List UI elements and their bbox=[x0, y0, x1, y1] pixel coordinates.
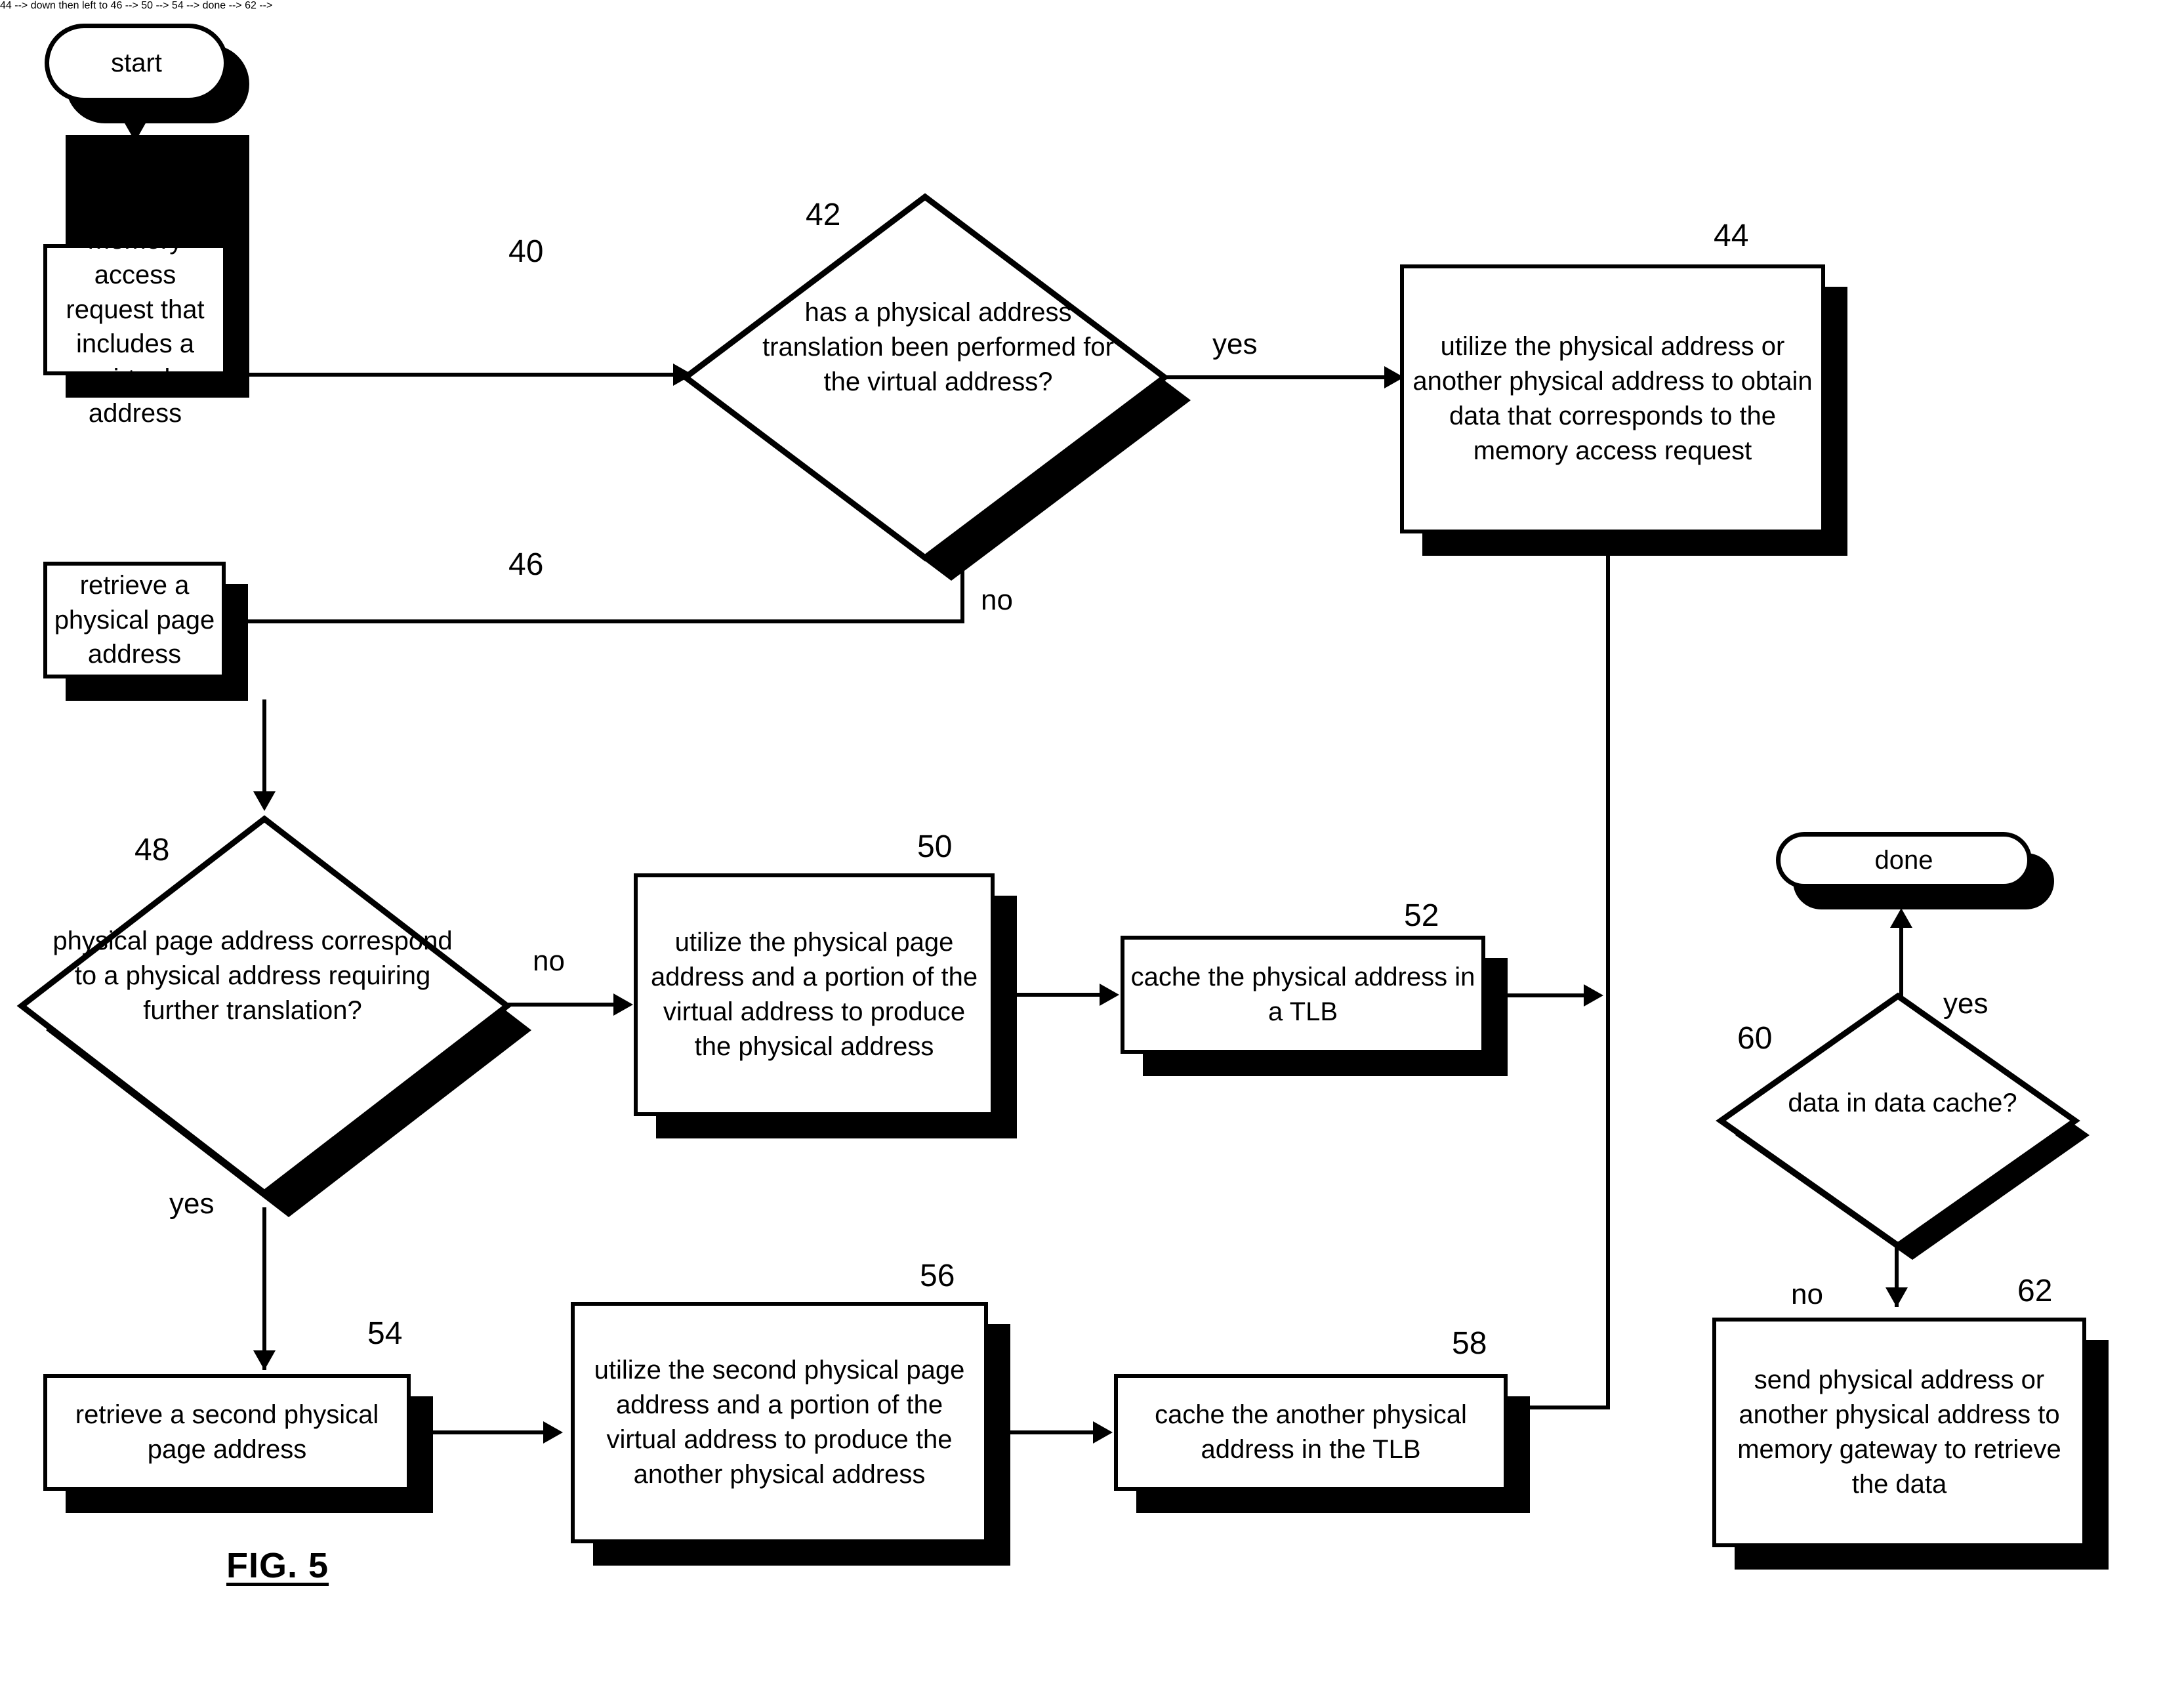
node-56-ref: 56 bbox=[920, 1259, 955, 1293]
edge-42-to-44-arrowhead bbox=[1384, 366, 1404, 388]
figure-canvas: start receive a memory access request th… bbox=[0, 0, 2184, 1687]
node-52-label: cache the physical address in a TLB bbox=[1130, 963, 1475, 1026]
node-44: utilize the physical address or another … bbox=[1400, 264, 1825, 533]
edge-label-48-no: no bbox=[533, 945, 565, 977]
node-54-ref: 54 bbox=[367, 1316, 403, 1351]
edge-60-to-62-arrowhead bbox=[1885, 1287, 1908, 1307]
edge-54-to-56 bbox=[433, 1430, 556, 1434]
edge-56-to-58-arrowhead bbox=[1093, 1421, 1113, 1444]
edge-label-42-no: no bbox=[981, 584, 1013, 616]
node-44-ref: 44 bbox=[1714, 219, 1749, 253]
node-62-label: send physical address or another physica… bbox=[1737, 1365, 2061, 1499]
node-60-ref: 60 bbox=[1737, 1021, 1773, 1056]
node-42 bbox=[682, 190, 1194, 584]
node-54: retrieve a second physical page address bbox=[43, 1374, 411, 1491]
done-terminator-label: done bbox=[1874, 845, 1933, 875]
edge-46-to-48-arrowhead bbox=[253, 791, 276, 811]
edge-42-no-run bbox=[228, 619, 964, 623]
node-42-ref: 42 bbox=[806, 198, 841, 232]
node-62-ref: 62 bbox=[2017, 1274, 2053, 1308]
node-58: cache the another physical address in th… bbox=[1114, 1374, 1508, 1491]
node-40-ref: 40 bbox=[508, 234, 544, 269]
edge-40-to-42-riser bbox=[245, 328, 249, 377]
start-terminator-label: start bbox=[111, 48, 162, 77]
edge-60-to-done bbox=[1899, 927, 1903, 999]
edge-54-to-56-arrowhead bbox=[543, 1421, 563, 1444]
edge-42-no-drop bbox=[960, 545, 964, 623]
edge-label-48-yes: yes bbox=[169, 1188, 215, 1220]
edge-58-to-spine-run bbox=[1529, 1406, 1610, 1409]
edge-48-to-54 bbox=[262, 1207, 266, 1370]
node-56-label: utilize the second physical page address… bbox=[594, 1356, 965, 1489]
node-56: utilize the second physical page address… bbox=[571, 1302, 988, 1543]
node-52-ref: 52 bbox=[1404, 898, 1439, 933]
node-50: utilize the physical page address and a … bbox=[634, 873, 995, 1116]
edge-42-to-44 bbox=[1164, 375, 1397, 379]
node-58-ref: 58 bbox=[1452, 1326, 1487, 1361]
edge-50-to-52-arrowhead bbox=[1100, 984, 1119, 1006]
node-40-box: receive a memory access request that inc… bbox=[43, 191, 227, 428]
node-46-label: retrieve a physical page address bbox=[54, 570, 215, 669]
figure-label: FIG. 5 bbox=[226, 1546, 329, 1585]
node-48 bbox=[13, 814, 538, 1220]
edge-46-to-48 bbox=[262, 699, 266, 804]
edge-50-to-52 bbox=[995, 993, 1113, 997]
node-50-label: utilize the physical page address and a … bbox=[650, 928, 978, 1061]
edge-label-60-no: no bbox=[1791, 1278, 1823, 1310]
node-62: send physical address or another physica… bbox=[1712, 1318, 2086, 1547]
done-terminator: done bbox=[1776, 832, 2032, 888]
edge-60-to-done-arrowhead bbox=[1890, 908, 1912, 928]
node-48-ref: 48 bbox=[134, 833, 170, 867]
edge-label-42-yes: yes bbox=[1212, 328, 1258, 360]
edge-start-to-40-arrowhead bbox=[124, 122, 146, 142]
edge-40-to-42-arrowhead bbox=[673, 364, 693, 386]
edge-48-to-50-arrowhead bbox=[613, 993, 633, 1016]
edge-label-60-yes: yes bbox=[1943, 988, 1988, 1020]
node-46: retrieve a physical page address bbox=[43, 562, 226, 678]
node-52: cache the physical address in a TLB bbox=[1121, 936, 1485, 1054]
node-50-ref: 50 bbox=[917, 829, 953, 864]
edge-56-to-58 bbox=[988, 1430, 1106, 1434]
node-46-ref: 46 bbox=[508, 547, 544, 582]
edge-48-to-54-arrowhead bbox=[253, 1350, 276, 1370]
edge-48-to-50 bbox=[507, 1003, 625, 1007]
edge-40-to-42 bbox=[249, 373, 682, 377]
spine-44-down bbox=[1606, 554, 1610, 1409]
node-54-label: retrieve a second physical page address bbox=[75, 1400, 379, 1464]
node-40-label: receive a memory access request that inc… bbox=[66, 191, 205, 428]
node-58-label: cache the another physical address in th… bbox=[1155, 1400, 1467, 1464]
start-terminator: start bbox=[45, 24, 228, 102]
edge-52-to-spine-arrowhead bbox=[1584, 984, 1603, 1007]
node-44-label: utilize the physical address or another … bbox=[1412, 332, 1813, 465]
